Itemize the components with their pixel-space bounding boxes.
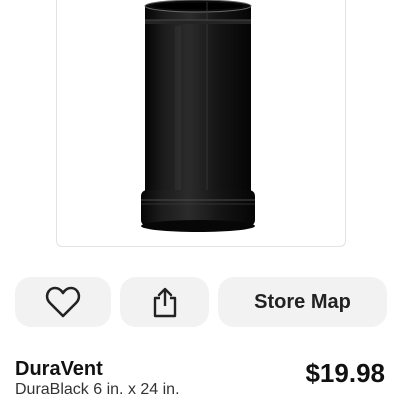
product-description: DuraBlack 6 in. x 24 in. [15,381,180,398]
share-icon [151,286,179,318]
store-map-label: Store Map [254,290,351,313]
product-brand: DuraVent [15,358,103,380]
heart-icon [45,286,81,318]
share-button[interactable] [120,277,209,327]
product-page: Store Map DuraVent DuraBlack 6 in. x 24 … [0,0,400,400]
store-map-button[interactable]: Store Map [218,277,387,327]
product-price: $19.98 [305,358,385,388]
product-image[interactable] [57,0,345,246]
favorite-button[interactable] [15,277,111,327]
action-bar: Store Map [15,277,387,327]
product-image-card[interactable] [56,0,346,247]
